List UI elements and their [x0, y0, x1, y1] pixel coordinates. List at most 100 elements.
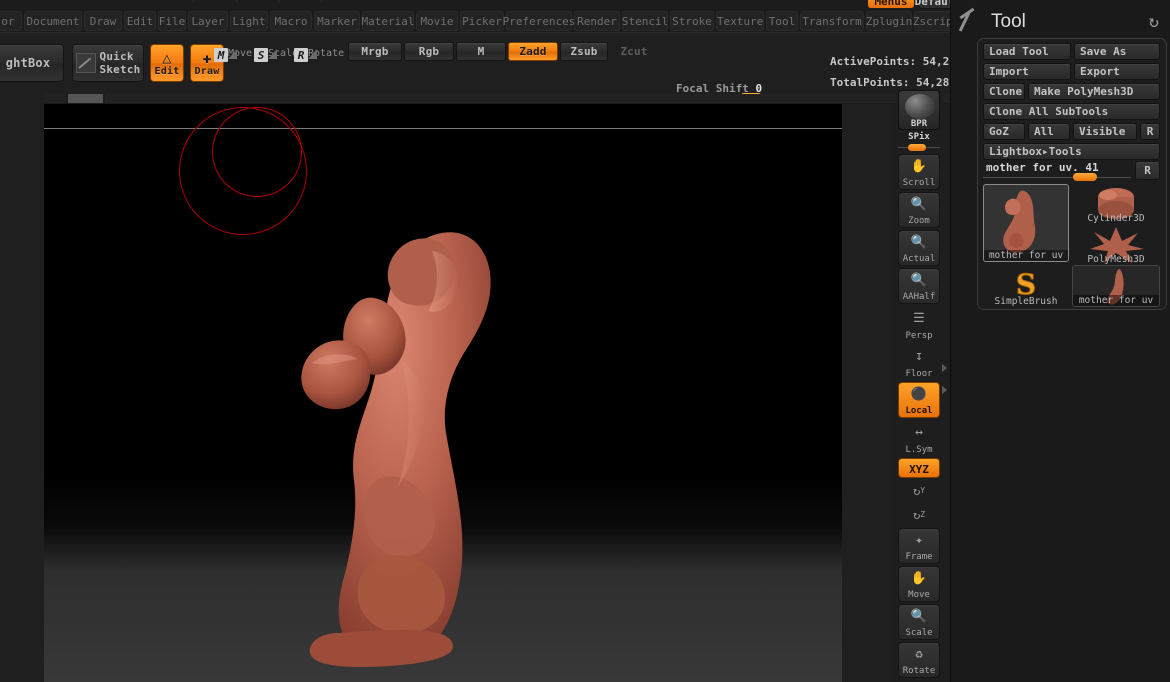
- goz-visible-button[interactable]: Visible: [1073, 123, 1137, 140]
- menu-item-tool[interactable]: Tool: [766, 11, 798, 31]
- persp-button[interactable]: ☰ Persp: [898, 306, 940, 342]
- quick-sketch-button[interactable]: Quick Sketch: [72, 44, 144, 82]
- menu-item-edit[interactable]: Edit: [124, 11, 156, 31]
- magnifier-aahalf-icon: 🔍: [910, 273, 928, 288]
- floor-button[interactable]: ↧ Floor: [898, 344, 940, 380]
- zoom-button[interactable]: 🔍 Zoom: [898, 192, 940, 228]
- zadd-button[interactable]: Zadd: [508, 42, 558, 61]
- quick-sketch-label-line1: Quick: [99, 50, 134, 63]
- export-button[interactable]: Export: [1074, 63, 1160, 80]
- xyz-button[interactable]: XYZ: [898, 458, 940, 478]
- magnifier-actual-icon: 🔍: [910, 235, 928, 250]
- scroll-label: Scroll: [902, 178, 936, 188]
- rotate-y-button[interactable]: ↻ Y: [898, 480, 940, 502]
- menu-item-zplugin[interactable]: Zplugin: [866, 11, 912, 31]
- thumb-cylinder3d[interactable]: Cylinder3D: [1072, 184, 1160, 224]
- bpr-render-button[interactable]: BPR: [898, 90, 940, 130]
- reload-icon[interactable]: ↻: [1149, 12, 1159, 32]
- canvas[interactable]: [44, 107, 842, 682]
- canvas-top-band: [44, 104, 842, 128]
- make-polymesh3d-button[interactable]: Make PolyMesh3D: [1028, 83, 1160, 100]
- aahalf-button[interactable]: 🔍 AAHalf: [898, 268, 940, 304]
- menu-item-or[interactable]: or: [0, 11, 22, 31]
- rotate-z-button[interactable]: ↻ Z: [898, 504, 940, 526]
- menu-item-preferences[interactable]: Preferences: [503, 11, 575, 31]
- menu-item-layer[interactable]: Layer: [188, 11, 228, 31]
- hand-scroll-icon: ✋: [910, 159, 928, 174]
- thumb-caption: SimpleBrush: [994, 296, 1058, 307]
- tool-name-slider[interactable]: mother for uv. 41: [983, 161, 1131, 181]
- load-tool-button[interactable]: Load Tool: [983, 43, 1071, 60]
- rotate-nav-label: Rotate: [902, 666, 936, 676]
- spix-slider[interactable]: [898, 143, 940, 151]
- rgb-button[interactable]: Rgb: [404, 42, 454, 61]
- mrgb-button[interactable]: Mrgb: [348, 42, 402, 61]
- tool-name-r-button[interactable]: R: [1135, 161, 1160, 180]
- bpr-label: BPR: [910, 119, 928, 129]
- zsub-button[interactable]: Zsub: [560, 42, 608, 61]
- menu-ghost-text: [ ( { ]: [190, 0, 339, 4]
- thumb-caption: Cylinder3D: [1087, 213, 1145, 224]
- goz-button[interactable]: GoZ: [983, 123, 1025, 140]
- move-nav-button[interactable]: ✋ Move: [898, 566, 940, 602]
- menu-item-material[interactable]: Material: [362, 11, 415, 31]
- zoom-label: Zoom: [908, 216, 930, 226]
- sphere-preview-icon: [905, 94, 935, 119]
- thumb-caption: mother for uv: [984, 250, 1068, 261]
- pencil-icon: [75, 53, 96, 73]
- actual-button[interactable]: 🔍 Actual: [898, 230, 940, 266]
- edit-button[interactable]: △ Edit: [150, 44, 184, 82]
- menu-item-stencil[interactable]: Stencil: [622, 11, 668, 31]
- local-button[interactable]: ⚫ Local: [898, 382, 940, 418]
- scroll-button[interactable]: ✋ Scroll: [898, 154, 940, 190]
- zbrush-window: [ ( { ] or Document Draw Edit File Layer…: [0, 0, 1170, 682]
- menu-item-render[interactable]: Render: [574, 11, 620, 31]
- sculpt-model[interactable]: [282, 181, 522, 671]
- left-rail: [0, 94, 44, 682]
- local-pivot-icon: ⚫: [910, 387, 928, 402]
- move-nav-label: Move: [908, 590, 930, 600]
- menu-item-macro[interactable]: Macro: [270, 11, 312, 31]
- menu-item-movie[interactable]: Movie: [416, 11, 458, 31]
- frame-button[interactable]: ✦ Frame: [898, 528, 940, 564]
- menu-item-document[interactable]: Document: [24, 11, 82, 31]
- lightbox-button[interactable]: ghtBox: [0, 44, 64, 82]
- thumb-mother-for-uv-small[interactable]: mother for uv: [1072, 265, 1160, 307]
- lsym-label: L.Sym: [905, 445, 933, 455]
- save-as-button[interactable]: Save As: [1074, 43, 1160, 60]
- xyz-label: XYZ: [909, 463, 929, 476]
- document-canvas-area[interactable]: [44, 104, 842, 682]
- scale-nav-button[interactable]: 🔍 Scale: [898, 604, 940, 640]
- menu-item-marker[interactable]: Marker: [314, 11, 360, 31]
- rotate-button[interactable]: R Rotate: [294, 48, 348, 82]
- zcut-button[interactable]: Zcut: [610, 42, 658, 61]
- spix-label: SPix: [908, 132, 930, 142]
- goz-all-button[interactable]: All: [1028, 123, 1070, 140]
- menu-item-picker[interactable]: Picker: [460, 11, 504, 31]
- right-toolbar: BPR SPix ✋ Scroll 🔍 Zoom 🔍 Actual 🔍 AAHa…: [896, 88, 942, 682]
- menu-item-file[interactable]: File: [158, 11, 186, 31]
- menu-item-transform[interactable]: Transform: [800, 11, 864, 31]
- tool-palette: Tool ↻ Load Tool Save As Import Export C…: [950, 0, 1170, 682]
- menu-item-draw[interactable]: Draw: [84, 11, 122, 31]
- actual-label: Actual: [902, 254, 936, 264]
- menu-item-light[interactable]: Light: [230, 11, 268, 31]
- menus-button[interactable]: Menus: [868, 0, 914, 8]
- menu-item-texture[interactable]: Texture: [716, 11, 764, 31]
- rotate-y-icon: ↻ Y: [912, 483, 926, 498]
- rotate-nav-button[interactable]: ♻ Rotate: [898, 642, 940, 678]
- thumb-mother-for-uv-large[interactable]: mother for uv: [983, 184, 1069, 262]
- lsym-button[interactable]: ↔ L.Sym: [898, 420, 940, 456]
- local-symmetry-icon: ↔: [915, 425, 923, 440]
- clone-all-subtools-button[interactable]: Clone All SubTools: [983, 103, 1160, 120]
- thumb-polymesh3d[interactable]: PolyMesh3D: [1072, 225, 1160, 265]
- draw-label: Draw: [194, 66, 220, 77]
- edit-icon: △: [162, 49, 172, 67]
- lightbox-tools-button[interactable]: Lightbox▸Tools: [983, 143, 1160, 160]
- thumb-simplebrush[interactable]: S SimpleBrush: [983, 265, 1069, 308]
- goz-r-button[interactable]: R: [1140, 123, 1160, 140]
- menu-item-stroke[interactable]: Stroke: [670, 11, 714, 31]
- import-button[interactable]: Import: [983, 63, 1071, 80]
- clone-button[interactable]: Clone: [983, 83, 1025, 100]
- m-button[interactable]: M: [456, 42, 506, 61]
